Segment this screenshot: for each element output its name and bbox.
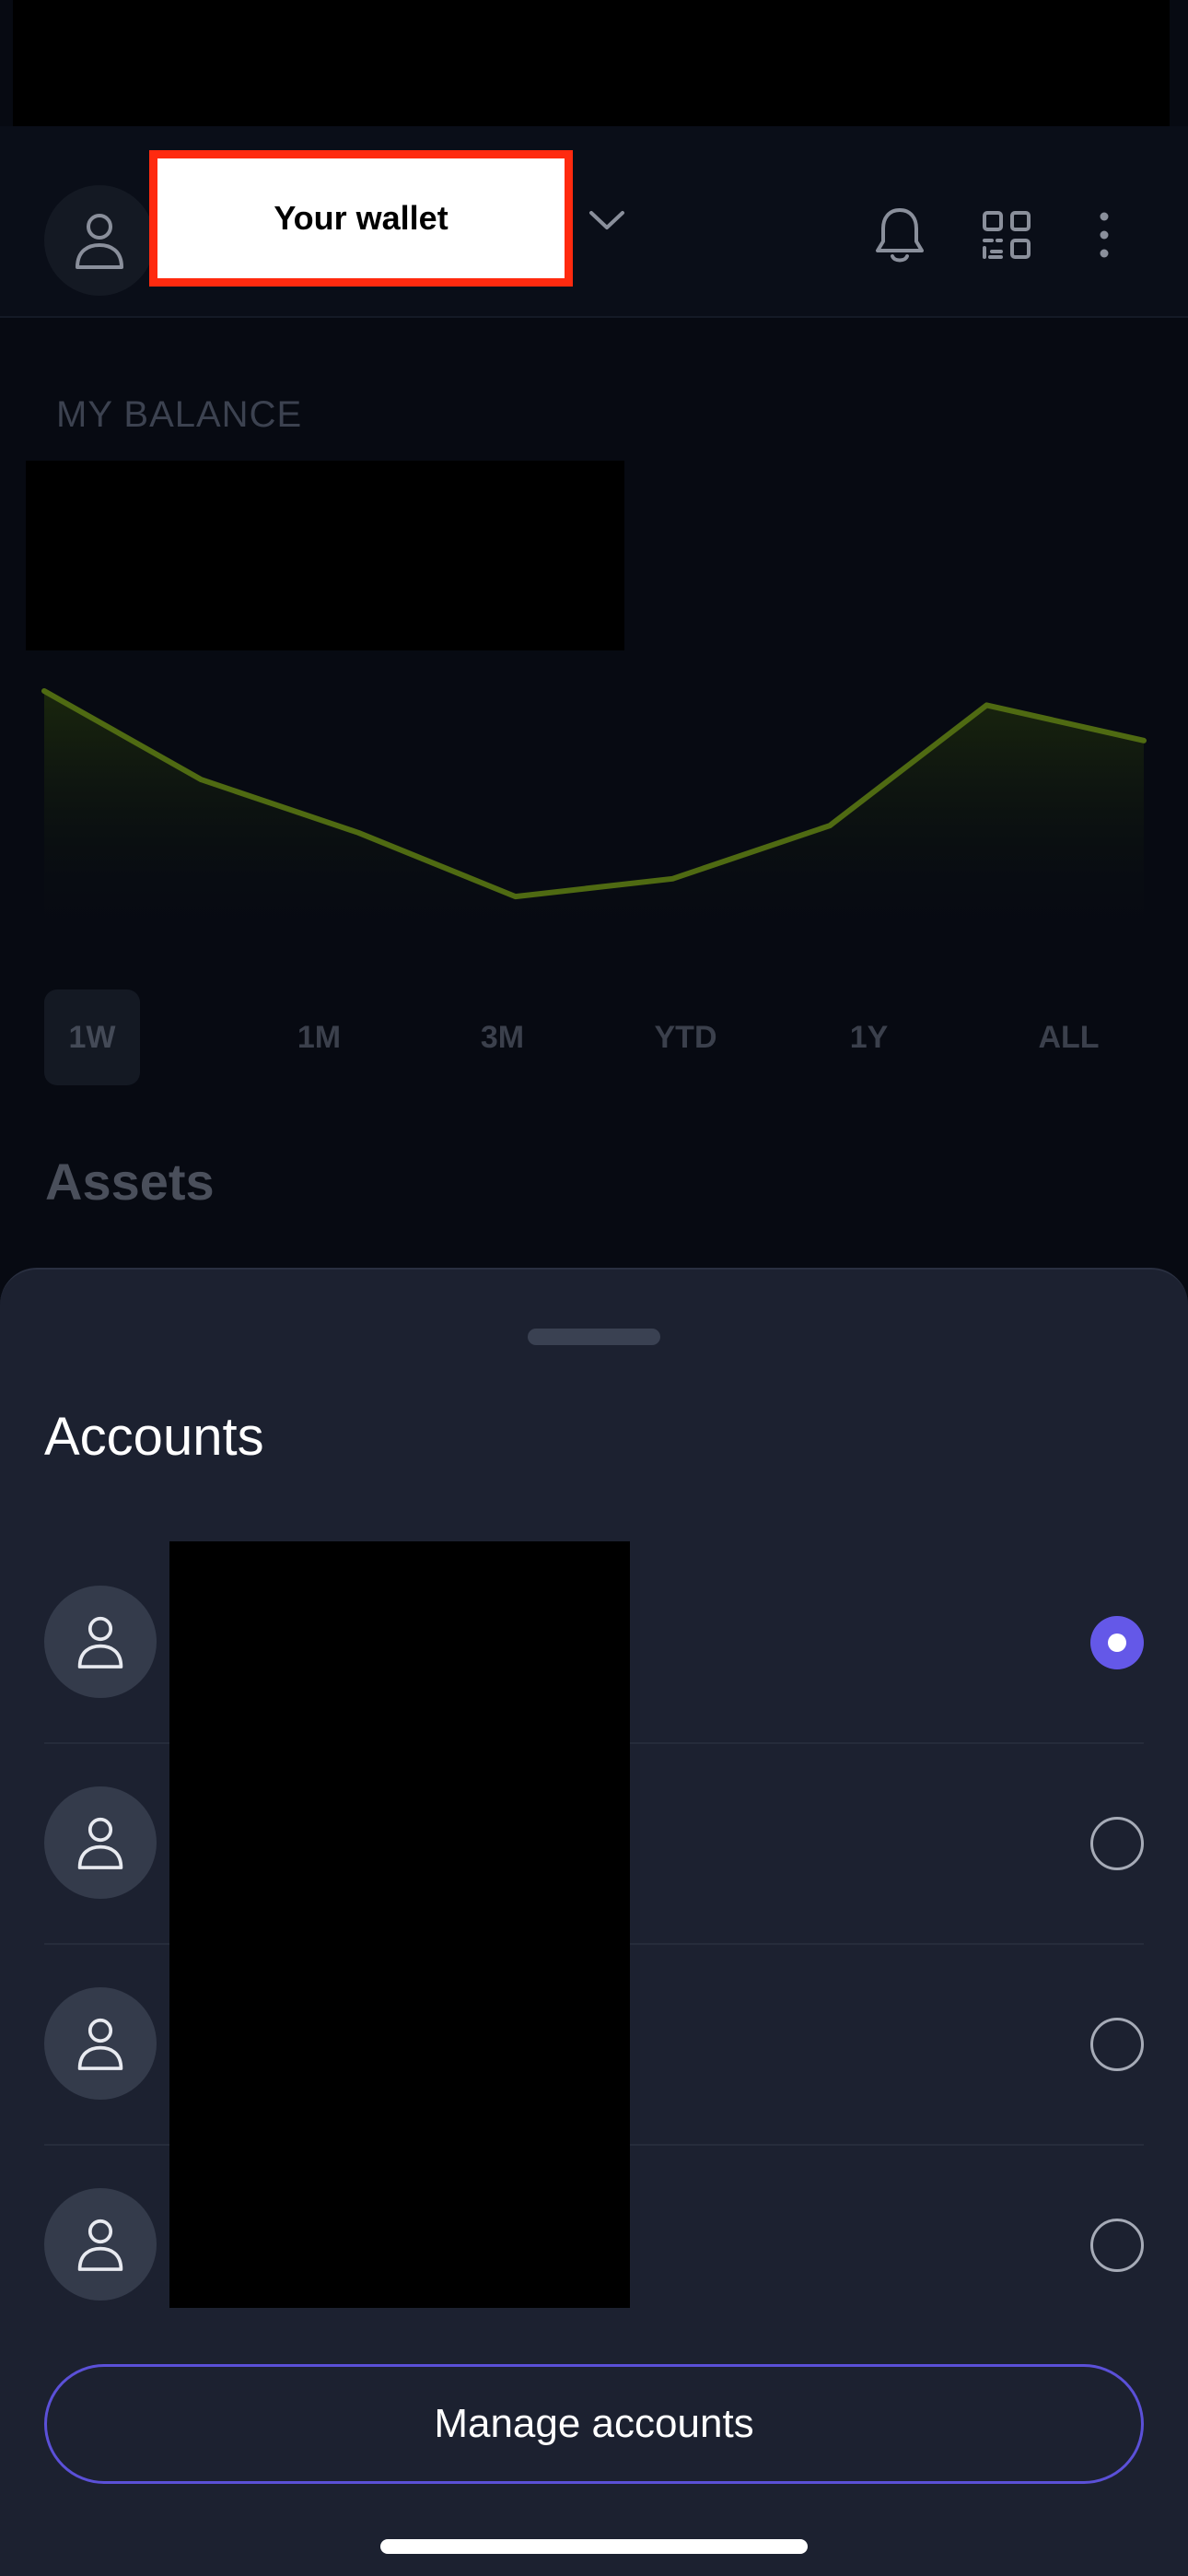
person-icon [77,1616,123,1669]
qr-code-icon [983,211,1031,259]
qr-code-button[interactable] [973,202,1040,268]
account-avatar [44,2188,157,2301]
sheet-drag-handle[interactable] [528,1329,660,1345]
balance-value-redacted [26,461,624,650]
person-icon [76,214,123,269]
person-icon [77,2018,123,2070]
range-button-ytd[interactable]: YTD [638,989,734,1085]
more-options-button[interactable] [1071,202,1137,268]
accounts-heading: Accounts [44,1407,264,1467]
range-button-1m[interactable]: 1M [272,989,367,1085]
account-avatar [44,1586,157,1698]
account-names-redacted [169,1541,630,2308]
status-bar-redacted [13,0,1170,126]
person-icon [77,1817,123,1869]
account-radio-selected[interactable] [1090,1616,1144,1669]
account-radio[interactable] [1090,2219,1144,2272]
range-button-1w[interactable]: 1W [44,989,140,1085]
more-vertical-icon [1100,212,1109,258]
top-header: Your wallet [0,126,1188,318]
chevron-down-icon[interactable] [586,205,628,235]
manage-accounts-button[interactable]: Manage accounts [44,2364,1144,2484]
chart-area-fill [44,691,1144,949]
bell-icon [876,208,924,263]
account-radio[interactable] [1090,1817,1144,1870]
wallet-title: Your wallet [274,199,448,237]
balance-label: MY BALANCE [56,394,303,435]
range-button-all[interactable]: ALL [1021,989,1117,1085]
range-button-1y[interactable]: 1Y [821,989,917,1085]
wallet-selector-button[interactable]: Your wallet [149,150,573,287]
account-avatar [44,1786,157,1899]
account-radio[interactable] [1090,2018,1144,2071]
profile-avatar-button[interactable] [44,185,155,296]
assets-heading: Assets [45,1153,215,1211]
notifications-button[interactable] [867,202,933,268]
account-avatar [44,1987,157,2100]
person-icon [77,2219,123,2271]
balance-chart [41,688,1147,949]
range-button-3m[interactable]: 3M [455,989,551,1085]
time-range-selector: 1W 1M 3M YTD 1Y ALL [44,989,1144,1085]
home-indicator [380,2539,808,2554]
